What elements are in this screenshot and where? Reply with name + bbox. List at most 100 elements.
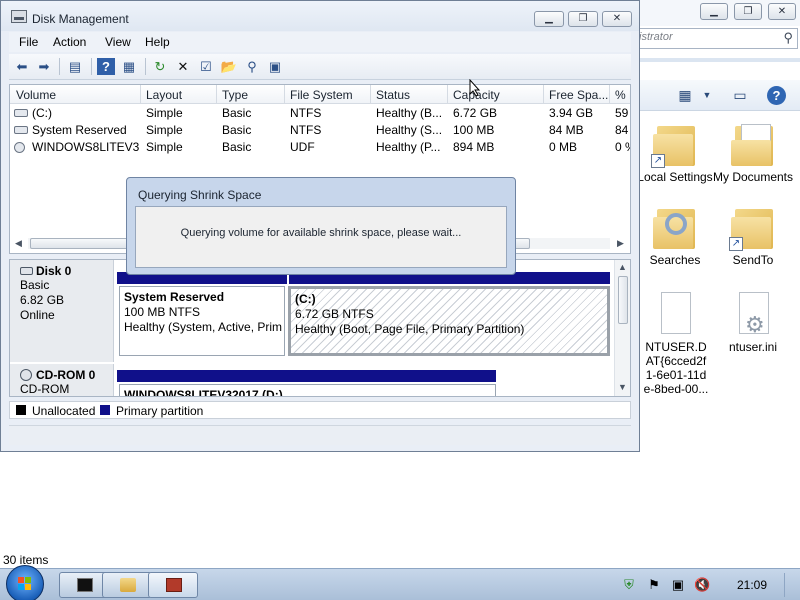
preview-pane-icon[interactable]: ▭ (731, 87, 749, 104)
column-header-status[interactable]: Status (376, 88, 410, 102)
column-header-percent-free[interactable]: % F (615, 88, 630, 102)
vertical-scrollbar[interactable]: ▲ ▼ (614, 260, 630, 396)
window-title: Disk Management (32, 12, 129, 26)
menu-action[interactable]: Action (53, 35, 86, 49)
help-icon[interactable]: ? (767, 86, 786, 105)
show-desktop-button[interactable] (784, 573, 796, 597)
volume-muted-icon[interactable]: 🔇 (694, 577, 710, 593)
open-folder-icon[interactable]: 📂 (220, 58, 238, 75)
cd-drive-icon (14, 142, 25, 153)
file-item-local-settings[interactable]: ↗ Local Settings (633, 120, 717, 184)
search-box[interactable]: istrator ⚲ (630, 28, 798, 49)
file-item-sendto[interactable]: ↗ SendTo (711, 203, 795, 267)
column-header-volume[interactable]: Volume (16, 88, 56, 102)
clock[interactable]: 21:09 (737, 578, 767, 592)
dialog-title: Querying Shrink Space (138, 188, 262, 202)
scroll-left-icon[interactable]: ◀ (15, 238, 22, 249)
file-item-ntuser-dat[interactable]: NTUSER.DAT{6cced2f1-6e01-11de-8bed-00... (633, 290, 717, 396)
help-icon[interactable]: ? (97, 58, 115, 75)
hard-disk-icon (20, 267, 33, 275)
disk-kind: CD-ROM (20, 382, 70, 396)
search-icon[interactable]: ⚲ (783, 30, 793, 46)
table-row[interactable]: WINDOWS8LITEV3... Simple Basic UDF Healt… (10, 139, 630, 156)
cell-layout: Simple (146, 140, 183, 154)
start-button[interactable] (6, 565, 44, 600)
column-header-type[interactable]: Type (222, 88, 248, 102)
close-icon[interactable]: ✕ (602, 11, 632, 27)
file-item-my-documents[interactable]: My Documents (711, 120, 795, 184)
column-header-layout[interactable]: Layout (146, 88, 182, 102)
column-header-file-system[interactable]: File System (290, 88, 353, 102)
disk-name: CD-ROM 0 (36, 368, 96, 382)
menu-view[interactable]: View (105, 35, 131, 49)
file-icon (653, 290, 697, 338)
partition-status: Healthy (Boot, Page File, Primary Partit… (295, 322, 525, 336)
explorer-command-bar (630, 58, 800, 62)
taskbar-computer-management[interactable] (148, 572, 198, 598)
cell-status: Healthy (S... (376, 123, 443, 137)
scroll-down-icon[interactable]: ▼ (618, 382, 627, 392)
file-item-searches[interactable]: Searches (633, 203, 717, 267)
folder-documents-icon (731, 120, 775, 168)
console-tree-icon[interactable]: ▤ (66, 58, 84, 75)
partition-cdrom[interactable]: WINDOWS8LITEV32017 (D:) (119, 384, 496, 397)
file-label: Local Settings (637, 170, 713, 184)
menu-file[interactable]: File (19, 35, 38, 49)
toolbar-separator (145, 58, 146, 75)
cell-free-space: 3.94 GB (549, 106, 594, 120)
disk-view-icon[interactable]: ▣ (266, 58, 284, 75)
disk-0-title: Disk 0 (20, 264, 113, 278)
action-center-flag-icon[interactable]: ⚑ (646, 577, 662, 593)
cdrom-0-title: CD-ROM 0 (20, 368, 113, 382)
maximize-icon[interactable]: ❐ (568, 11, 598, 27)
checklist-icon[interactable]: ☑ (197, 58, 215, 75)
refresh-icon[interactable]: ↻ (151, 58, 169, 75)
scroll-up-icon[interactable]: ▲ (618, 262, 627, 272)
cell-status: Healthy (B... (376, 106, 443, 120)
taskbar-explorer[interactable] (102, 572, 152, 598)
menu-help[interactable]: Help (145, 35, 170, 49)
windows-logo-icon (18, 577, 32, 591)
table-row[interactable]: (C:) Simple Basic NTFS Healthy (B... 6.7… (10, 105, 630, 122)
view-options-icon[interactable]: ▦ (676, 87, 694, 104)
cell-type: Basic (222, 123, 252, 137)
partition-status: Healthy (System, Active, Prim (124, 320, 283, 334)
partition-c-drive[interactable]: (C:) 6.72 GB NTFS Healthy (Boot, Page Fi… (288, 286, 610, 356)
legend-swatch-unallocated (16, 405, 26, 415)
close-icon[interactable]: ✕ (768, 3, 796, 20)
maximize-icon[interactable]: ❐ (734, 3, 762, 20)
file-item-ntuser-ini[interactable]: ⚙ ntuser.ini (711, 290, 795, 354)
search-icon[interactable]: ⚲ (243, 58, 261, 75)
partition-title: WINDOWS8LITEV32017 (D:) (124, 388, 283, 397)
column-header-free-space[interactable]: Free Spa... (549, 88, 608, 102)
cell-percent-free: 0 % (615, 140, 630, 154)
cell-volume: (C:) (32, 106, 52, 120)
security-shield-icon[interactable]: ⛨ (621, 577, 637, 593)
file-label: ntuser.ini (728, 340, 778, 354)
folder-shortcut-icon: ↗ (729, 203, 775, 251)
cell-capacity: 6.72 GB (453, 106, 498, 120)
minimize-icon[interactable]: ▁ (534, 11, 564, 27)
disk-management-titlebar[interactable]: Disk Management ▁ ❐ ✕ (1, 1, 639, 31)
explorer-titlebar: ▁ ❐ ✕ (630, 0, 800, 26)
disk-0-label[interactable]: Disk 0 Basic 6.82 GB Online (10, 260, 114, 362)
chevron-down-icon[interactable]: ▼ (698, 87, 716, 104)
table-row[interactable]: System Reserved Simple Basic NTFS Health… (10, 122, 630, 139)
volume-list-header: Volume Layout Type File System Status Ca… (10, 85, 630, 104)
scrollbar-thumb[interactable] (618, 276, 628, 324)
file-label: SendTo (732, 253, 774, 267)
querying-shrink-dialog: Querying Shrink Space Querying volume fo… (126, 177, 516, 275)
partition-system-reserved[interactable]: System Reserved 100 MB NTFS Healthy (Sys… (119, 286, 285, 356)
legend-unallocated: Unallocated (32, 404, 96, 418)
scroll-right-icon[interactable]: ▶ (617, 238, 624, 249)
dialog-message: Querying volume for available shrink spa… (180, 227, 462, 239)
drive-icon (14, 109, 28, 117)
back-arrow-icon[interactable]: ⬅ (13, 58, 31, 75)
forward-arrow-icon[interactable]: ➡ (35, 58, 53, 75)
cdrom-0-label[interactable]: CD-ROM 0 CD-ROM (10, 364, 114, 396)
delete-icon[interactable]: ✕ (174, 58, 192, 75)
minimize-icon[interactable]: ▁ (700, 3, 728, 20)
properties-icon[interactable]: ▦ (120, 58, 138, 75)
cell-capacity: 894 MB (453, 140, 495, 154)
network-icon[interactable]: ▣ (670, 577, 686, 593)
